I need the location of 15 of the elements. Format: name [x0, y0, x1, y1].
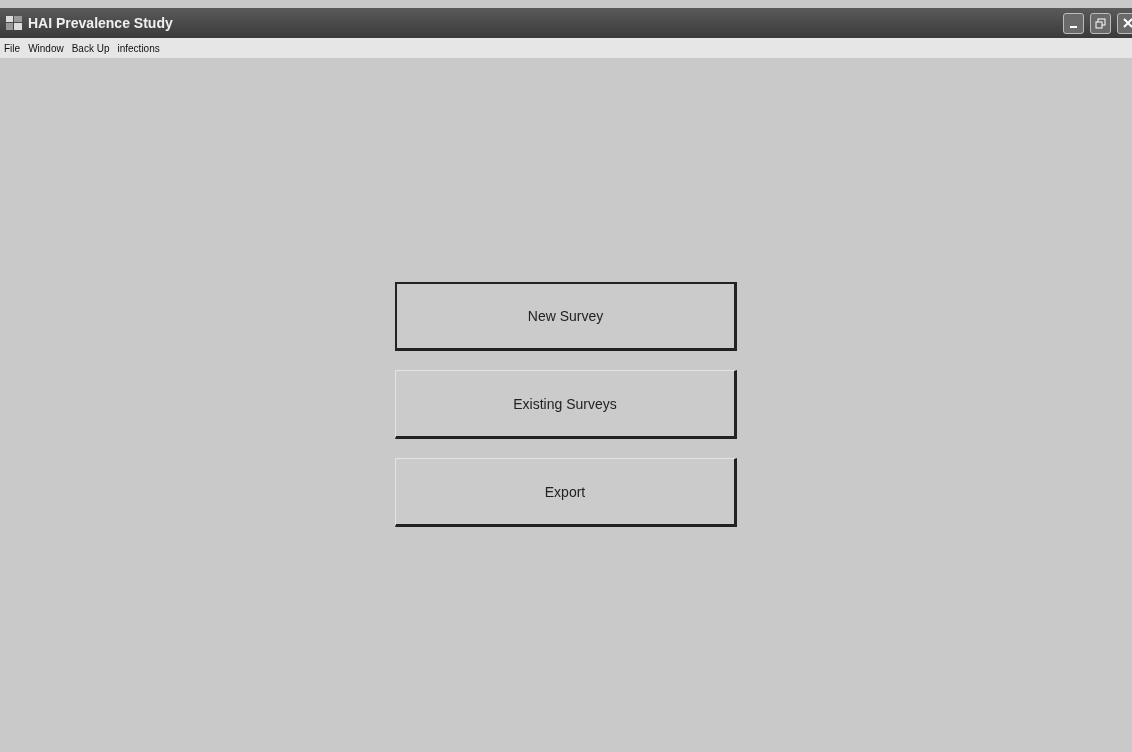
menu-button[interactable]: Existing Surveys: [395, 370, 737, 439]
close-icon: [1122, 18, 1132, 28]
app-icon: [6, 16, 22, 30]
menu-item[interactable]: Window: [28, 42, 64, 54]
close-button[interactable]: [1117, 12, 1132, 34]
window-title: HAI Prevalence Study: [28, 15, 174, 31]
minimize-icon: [1070, 26, 1077, 28]
menu-item[interactable]: File: [4, 42, 21, 54]
restore-icon: [1095, 17, 1106, 29]
menu-button[interactable]: New Survey: [395, 282, 737, 351]
minimize-button[interactable]: [1063, 12, 1084, 34]
menu-item[interactable]: Back Up: [71, 42, 110, 54]
menu-item[interactable]: infections: [117, 42, 160, 54]
restore-button[interactable]: [1090, 12, 1111, 34]
menu-button[interactable]: Export: [395, 458, 737, 527]
